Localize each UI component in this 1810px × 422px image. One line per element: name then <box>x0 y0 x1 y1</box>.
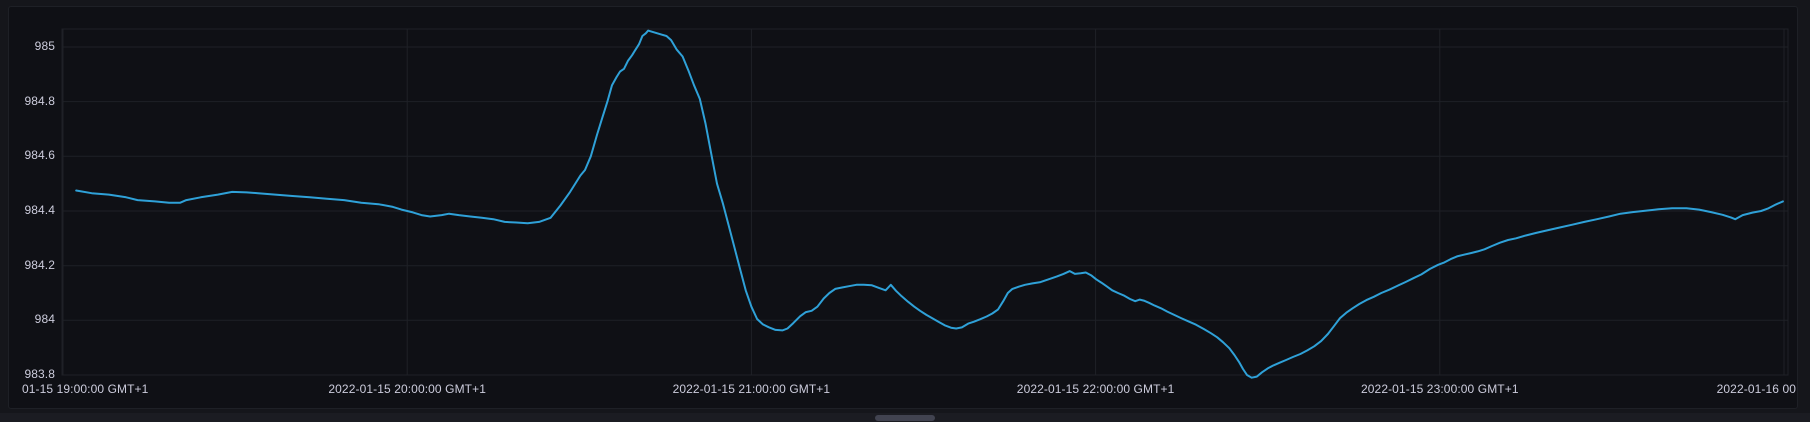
x-tick-label: 2022-01-15 21:00:00 GMT+1 <box>673 382 831 397</box>
x-tick-label: 2022-01-16 00 <box>1717 382 1796 397</box>
x-tick-label: 2022-01-15 22:00:00 GMT+1 <box>1017 382 1175 397</box>
scrollbar-thumb[interactable] <box>875 415 935 421</box>
x-tick-label: 2022-01-15 23:00:00 GMT+1 <box>1361 382 1519 397</box>
x-tick-label: 2022-01-15 20:00:00 GMT+1 <box>328 382 486 397</box>
y-tick-label: 984.6 <box>5 148 55 163</box>
y-tick-label: 985 <box>5 39 55 54</box>
y-tick-label: 984.8 <box>5 94 55 109</box>
horizontal-scrollbar[interactable] <box>0 413 1810 422</box>
y-tick-label: 984.4 <box>5 203 55 218</box>
y-tick-label: 983.8 <box>5 367 55 382</box>
x-tick-label: 01-15 19:00:00 GMT+1 <box>22 382 148 397</box>
timeseries-panel <box>8 6 1798 409</box>
y-tick-label: 984.2 <box>5 258 55 273</box>
y-tick-label: 984 <box>5 312 55 327</box>
